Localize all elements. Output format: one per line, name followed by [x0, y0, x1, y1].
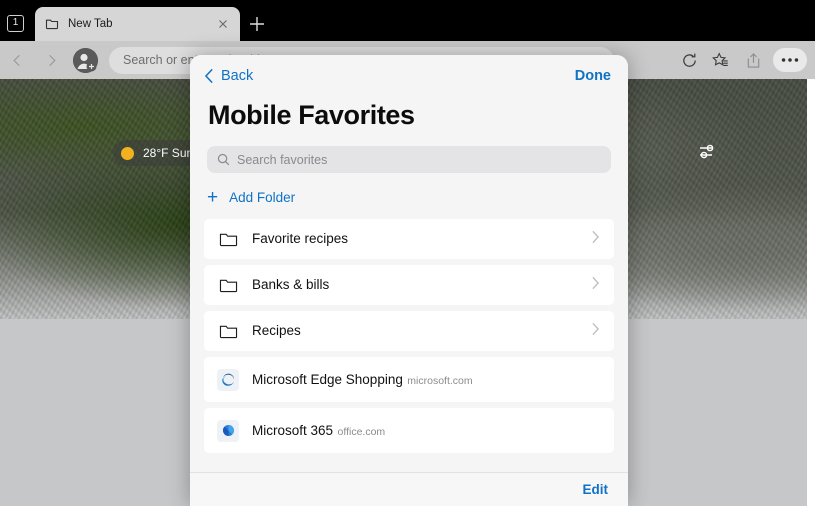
- favorites-icon[interactable]: [705, 45, 737, 75]
- page-scrollbar[interactable]: [807, 79, 815, 506]
- done-button[interactable]: Done: [575, 68, 611, 84]
- list-item-title: Banks & bills: [252, 277, 330, 292]
- profile-avatar[interactable]: [73, 47, 98, 73]
- page-icon: [45, 17, 59, 31]
- forward-nav-icon[interactable]: [34, 45, 68, 75]
- share-icon[interactable]: [737, 45, 769, 75]
- panel-header: Back Done: [190, 55, 628, 84]
- panel-footer: Edit: [190, 472, 628, 506]
- back-nav-icon[interactable]: [0, 45, 34, 75]
- browser-window: 1 New Tab Search or 28°F Sunny Back Done…: [0, 0, 815, 506]
- refresh-icon[interactable]: [673, 45, 705, 75]
- sun-icon: [121, 146, 134, 160]
- list-item[interactable]: Microsoft Edge Shopping microsoft.com: [204, 357, 614, 402]
- folder-icon: [217, 320, 239, 342]
- search-placeholder: Search favorites: [237, 152, 328, 167]
- favorites-list: Favorite recipes Banks & bills Recipes M…: [190, 219, 628, 472]
- sliders-icon[interactable]: [697, 141, 719, 163]
- tab-count-badge[interactable]: 1: [7, 15, 24, 32]
- more-icon[interactable]: [773, 48, 807, 72]
- list-item-title: Recipes: [252, 323, 301, 338]
- new-tab-button[interactable]: [248, 15, 266, 33]
- list-item[interactable]: Recipes: [204, 311, 614, 351]
- tab-close-icon[interactable]: [216, 17, 230, 31]
- back-button[interactable]: Back: [204, 68, 253, 84]
- toolbar-actions: [673, 45, 815, 75]
- tab-title: New Tab: [68, 18, 113, 30]
- folder-icon: [217, 274, 239, 296]
- list-item[interactable]: Favorite recipes: [204, 219, 614, 259]
- search-input[interactable]: Search favorites: [207, 146, 611, 173]
- list-item[interactable]: Microsoft 365 office.com: [204, 408, 614, 453]
- back-button-label: Back: [221, 68, 254, 84]
- plus-icon: +: [207, 187, 219, 208]
- chevron-right-icon: [591, 322, 603, 341]
- folder-icon: [217, 228, 239, 250]
- tab-new-tab[interactable]: New Tab: [35, 7, 240, 41]
- list-item-subtitle: microsoft.com: [407, 374, 473, 387]
- tab-strip: 1 New Tab: [0, 0, 815, 41]
- list-item-title: Microsoft Edge Shopping: [252, 371, 403, 387]
- list-item[interactable]: Banks & bills: [204, 265, 614, 305]
- list-item-title: Microsoft 365: [252, 422, 334, 438]
- list-item-title: Favorite recipes: [252, 231, 349, 246]
- search-container: Search favorites: [190, 131, 628, 173]
- edge-favicon: [217, 368, 239, 391]
- search-icon: [217, 153, 230, 166]
- chevron-right-icon: [591, 276, 603, 295]
- edit-button[interactable]: Edit: [583, 482, 609, 497]
- list-item-subtitle: office.com: [337, 425, 386, 438]
- add-folder-button[interactable]: + Add Folder: [190, 173, 628, 219]
- add-folder-label: Add Folder: [229, 190, 296, 205]
- office-favicon: [217, 419, 239, 442]
- chevron-right-icon: [591, 230, 603, 249]
- favorites-panel: Back Done Mobile Favorites Search favori…: [190, 55, 628, 506]
- page-title: Mobile Favorites: [208, 100, 415, 130]
